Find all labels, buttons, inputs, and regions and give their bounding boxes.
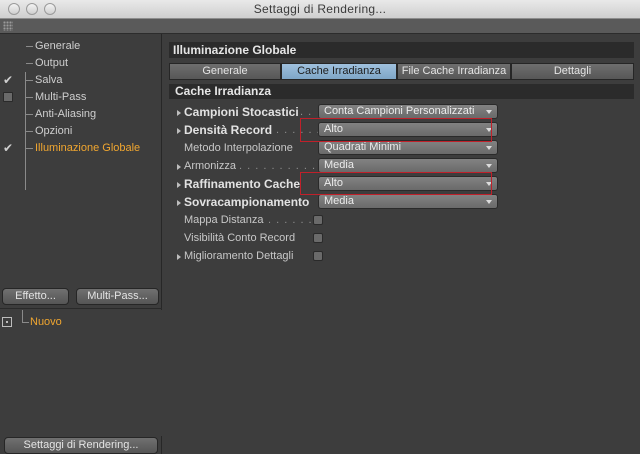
settings-panel: Illuminazione Globale Generale Cache Irr… [163, 34, 640, 454]
sidebar: Generale Output ✔ Salva Multi-Pass Anti-… [0, 34, 162, 454]
chevron-down-icon [486, 110, 492, 114]
effect-node-icon [2, 317, 12, 327]
tab-file-cache-irradianza[interactable]: File Cache Irradianza [397, 63, 511, 80]
expand-arrow-icon[interactable] [177, 254, 181, 260]
checkbox[interactable] [3, 92, 13, 102]
visibilita-conto-record-checkbox[interactable] [313, 233, 323, 243]
zoom-window-button[interactable] [44, 3, 56, 15]
sidebar-item-label: Opzioni [25, 123, 72, 140]
effect-list: Nuovo [0, 310, 162, 436]
check-icon[interactable]: ✔ [3, 142, 13, 154]
sidebar-item-salva[interactable]: ✔ Salva [0, 72, 162, 89]
prop-label: Densità Record [184, 123, 273, 137]
armonizza-dropdown[interactable]: Media [318, 158, 498, 173]
expand-arrow-icon[interactable] [177, 200, 181, 206]
expand-arrow-icon[interactable] [177, 128, 181, 134]
prop-visibilita-conto-record: Visibilità Conto Record [173, 230, 473, 247]
prop-miglioramento-dettagli: Miglioramento Dettagli [173, 248, 473, 265]
sidebar-item-label: Generale [25, 38, 80, 55]
campioni-stocastici-dropdown[interactable]: Conta Campioni Personalizzati [318, 104, 498, 119]
chevron-down-icon [486, 200, 492, 204]
render-settings-button[interactable]: Settaggi di Rendering... [4, 437, 158, 454]
highlight-densita-record [300, 118, 492, 142]
sidebar-item-label: Salva [26, 72, 63, 89]
panel-title: Illuminazione Globale [169, 42, 634, 58]
sidebar-item-generale[interactable]: Generale [0, 38, 162, 55]
chevron-down-icon [486, 164, 492, 168]
dropdown-value: Quadrati Minimi [324, 141, 402, 153]
tab-bar: Generale Cache Irradianza File Cache Irr… [169, 63, 634, 80]
check-icon[interactable]: ✔ [3, 74, 13, 86]
tab-dettagli[interactable]: Dettagli [511, 63, 634, 80]
tab-generale[interactable]: Generale [169, 63, 281, 80]
chevron-down-icon [486, 146, 492, 150]
divider [0, 308, 162, 309]
sidebar-item-label: Multi-Pass [25, 89, 86, 106]
expand-arrow-icon[interactable] [177, 182, 181, 188]
window-title: Settaggi di Rendering... [253, 2, 387, 16]
grip-icon[interactable] [3, 21, 13, 31]
sidebar-item-output[interactable]: Output [0, 55, 162, 72]
dropdown-value: Media [324, 195, 354, 207]
miglioramento-dettagli-checkbox[interactable] [313, 251, 323, 261]
sidebar-item-anti-aliasing[interactable]: Anti-Aliasing [0, 106, 162, 123]
prop-label: Raffinamento Cache [184, 177, 301, 191]
expand-arrow-icon[interactable] [177, 110, 181, 116]
section-header: Cache Irradianza [169, 84, 634, 99]
sidebar-item-opzioni[interactable]: Opzioni [0, 123, 162, 140]
dropdown-value: Media [324, 159, 354, 171]
effect-button[interactable]: Effetto... [2, 288, 69, 305]
highlight-raffinamento-cache [300, 172, 492, 195]
prop-sovracampionamento: Sovracampionamento Media [173, 194, 498, 211]
multipass-button[interactable]: Multi-Pass... [76, 288, 159, 305]
prop-label: Miglioramento Dettagli [184, 250, 294, 262]
sidebar-item-label: Anti-Aliasing [25, 106, 96, 123]
prop-label: Mappa Distanza [184, 214, 264, 226]
toolbar [0, 19, 640, 34]
effect-item-label: Nuovo [22, 310, 62, 331]
effect-item-nuovo[interactable]: Nuovo [0, 310, 160, 331]
sidebar-item-illuminazione-globale[interactable]: ✔ Illuminazione Globale [0, 140, 162, 157]
prop-label: Visibilità Conto Record [184, 232, 296, 244]
dropdown-value: Conta Campioni Personalizzati [324, 105, 475, 117]
close-window-button[interactable] [8, 3, 20, 15]
prop-label: Metodo Interpolazione [184, 142, 293, 154]
sovracampionamento-dropdown[interactable]: Media [318, 194, 498, 209]
minimize-window-button[interactable] [26, 3, 38, 15]
prop-label: Campioni Stocastici [184, 105, 299, 119]
sidebar-item-label: Illuminazione Globale [25, 140, 140, 157]
prop-mappa-distanza: Mappa Distanza . . . . . . . [173, 212, 473, 229]
expand-arrow-icon[interactable] [177, 164, 181, 170]
mappa-distanza-checkbox[interactable] [313, 215, 323, 225]
title-bar: Settaggi di Rendering... [0, 0, 640, 19]
sidebar-item-label: Output [25, 55, 68, 72]
prop-label: Armonizza [184, 160, 236, 172]
sidebar-item-multi-pass[interactable]: Multi-Pass [0, 89, 162, 106]
metodo-interpolazione-dropdown[interactable]: Quadrati Minimi [318, 140, 498, 155]
prop-metodo-interpolazione: Metodo Interpolazione Quadrati Minimi [173, 140, 498, 157]
prop-label: Sovracampionamento [184, 195, 310, 209]
tab-cache-irradianza[interactable]: Cache Irradianza [281, 63, 397, 80]
